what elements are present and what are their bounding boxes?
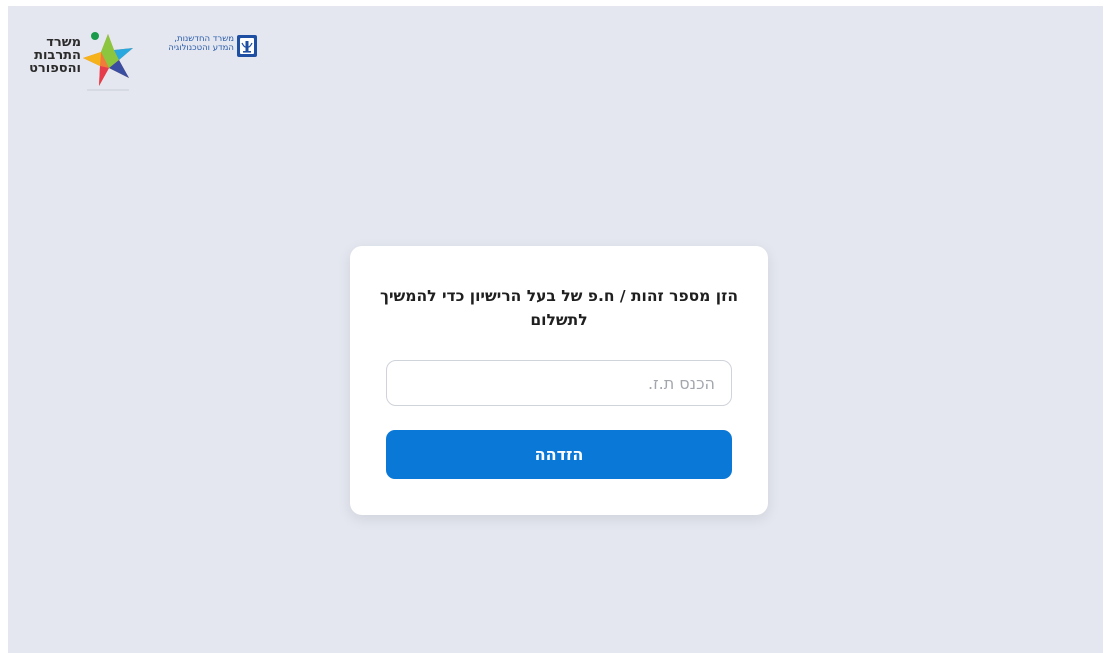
ministry-of-culture-logo: משרד התרבות והספורט [27,28,139,96]
culture-logo-line: והספורט [29,61,81,76]
science-logo-line: המדע והטכנולוגיה [168,43,234,53]
science-logo-text: משרד החדשנות, המדע והטכנולוגיה [148,35,234,53]
page-background: משרד התרבות והספורט משרד החדשנות, המדע ו… [8,6,1103,653]
identify-button[interactable]: הזדהה [386,430,732,479]
state-emblem-icon [237,35,257,57]
id-number-input[interactable] [386,360,732,406]
star-icon [83,32,133,91]
ministry-of-science-logo: משרד החדשנות, המדע והטכנולוגיה [148,32,260,62]
culture-logo-text: משרד התרבות והספורט [27,36,81,75]
login-card: הזן מספר זהות / ח.פ של בעל הרישיון כדי ל… [350,246,768,515]
card-title: הזן מספר זהות / ח.פ של בעל הרישיון כדי ל… [380,287,738,329]
